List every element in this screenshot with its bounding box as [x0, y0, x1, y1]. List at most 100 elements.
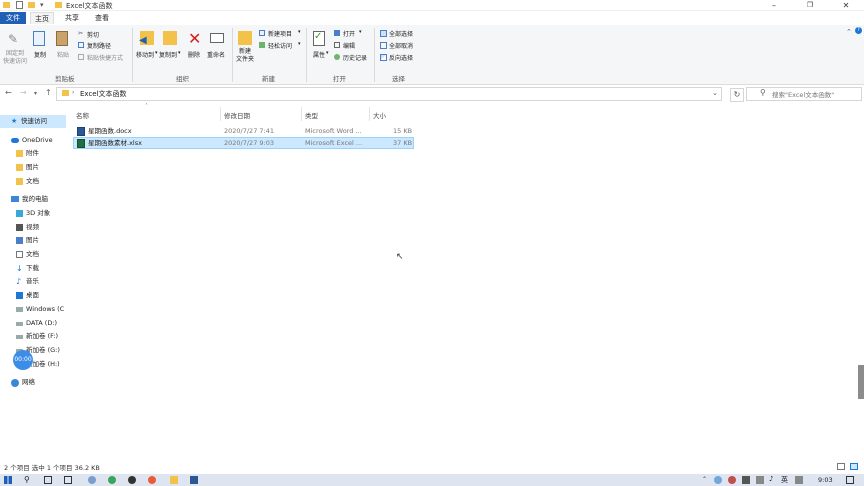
sidebar-item-pictures[interactable]: 图片: [0, 161, 66, 174]
address-bar[interactable]: [56, 87, 722, 101]
new-folder-button[interactable]: 新建 文件夹: [236, 48, 254, 64]
ribbon-collapse-icon[interactable]: ⌃: [846, 28, 852, 36]
sidebar-item-onedrive[interactable]: OneDrive: [0, 134, 66, 147]
rename-button[interactable]: 重命名: [207, 50, 225, 59]
column-divider[interactable]: [301, 107, 302, 121]
sidebar-item-downloads[interactable]: ↓ 下载: [0, 262, 66, 275]
copy-icon[interactable]: [33, 31, 45, 46]
move-to-button[interactable]: 移动到: [136, 50, 154, 59]
delete-button[interactable]: 删除: [188, 50, 200, 59]
recent-locations-icon[interactable]: ▾: [34, 90, 37, 97]
windows-start-icon[interactable]: [4, 476, 12, 484]
ime-indicator[interactable]: 英: [781, 475, 788, 485]
tab-share[interactable]: 共享: [60, 12, 84, 24]
tray-icon[interactable]: [714, 476, 722, 484]
close-button[interactable]: ✕: [828, 0, 864, 11]
pin-quick-access-button[interactable]: 固定到 快速访问: [3, 50, 27, 66]
taskbar-app-icon[interactable]: [148, 476, 156, 484]
pin-icon[interactable]: ✎: [8, 32, 20, 46]
qat-dropdown-icon[interactable]: ▾: [40, 1, 44, 9]
rename-icon[interactable]: [210, 33, 224, 43]
invert-selection-button[interactable]: 反向选择: [389, 53, 413, 62]
column-header-modified[interactable]: 修改日期: [224, 110, 250, 120]
column-divider[interactable]: [369, 107, 370, 121]
taskbar-clock[interactable]: 9:03: [818, 476, 833, 484]
tray-icon[interactable]: [728, 476, 736, 484]
tab-view[interactable]: 查看: [90, 12, 114, 24]
tray-icon[interactable]: [742, 476, 750, 484]
address-dropdown-icon[interactable]: ⌄: [712, 89, 718, 97]
paste-button[interactable]: 粘贴: [57, 50, 69, 59]
breadcrumb-current[interactable]: Excel文本函数: [80, 89, 127, 99]
forward-arrow-icon[interactable]: →: [20, 88, 27, 97]
new-item-dropdown-icon[interactable]: ▾: [298, 29, 301, 35]
sidebar-item-drive-h[interactable]: 新加卷 (H:): [0, 358, 66, 371]
column-divider[interactable]: [220, 107, 221, 121]
taskbar-app-icon[interactable]: [108, 476, 116, 484]
table-row-selected[interactable]: 星期函数素材.xlsx 2020/7/27 9:03 Microsoft Exc…: [73, 137, 414, 149]
back-arrow-icon[interactable]: ←: [5, 88, 12, 97]
sidebar-item-drive-c[interactable]: Windows (C: [0, 303, 66, 316]
properties-icon[interactable]: [16, 1, 23, 9]
sidebar-item-network[interactable]: 网络: [0, 376, 66, 389]
file-name[interactable]: 星期函数素材.xlsx: [88, 137, 142, 149]
easy-access-button[interactable]: 轻松访问: [268, 41, 292, 50]
table-row[interactable]: 星期函数.docx 2020/7/27 7:41 Microsoft Word …: [73, 125, 414, 137]
column-header-type[interactable]: 类型: [305, 110, 318, 120]
copy-path-button[interactable]: 复制路径: [87, 41, 111, 50]
task-view-icon[interactable]: [44, 476, 52, 484]
sidebar-item-this-pc[interactable]: 我的电脑: [0, 193, 66, 206]
tray-icon[interactable]: [756, 476, 764, 484]
copy-button[interactable]: 复制: [34, 50, 46, 59]
open-button[interactable]: 打开: [343, 29, 355, 38]
sidebar-item-music[interactable]: ♪ 音乐: [0, 275, 66, 288]
sidebar-item-pictures-pc[interactable]: 图片: [0, 234, 66, 247]
file-explorer-icon[interactable]: [170, 476, 178, 484]
properties-dropdown-icon[interactable]: ▾: [326, 50, 329, 56]
select-all-button[interactable]: 全部选择: [389, 29, 413, 38]
copy-to-icon[interactable]: [163, 31, 177, 45]
new-folder-icon[interactable]: [28, 2, 35, 8]
sidebar-item-quick-access[interactable]: ★ 快速访问: [0, 115, 66, 128]
volume-icon[interactable]: ♪: [769, 475, 773, 483]
edit-button[interactable]: 编辑: [343, 41, 355, 50]
sidebar-item-desktop[interactable]: 桌面: [0, 289, 66, 302]
easy-access-dropdown-icon[interactable]: ▾: [298, 41, 301, 47]
sidebar-item-drive-d[interactable]: DATA (D:): [0, 317, 66, 330]
file-name[interactable]: 星期函数.docx: [88, 125, 132, 137]
properties-button[interactable]: 属性: [313, 50, 325, 59]
up-arrow-icon[interactable]: ↑: [45, 88, 52, 97]
search-icon[interactable]: ⚲: [24, 475, 30, 484]
paste-icon[interactable]: [56, 31, 68, 46]
column-header-name[interactable]: 名称: [76, 110, 89, 120]
sidebar-item-videos[interactable]: 视频: [0, 221, 66, 234]
sidebar-item-3d-objects[interactable]: 3D 对象: [0, 207, 66, 220]
column-header-size[interactable]: 大小: [373, 110, 386, 120]
new-item-button[interactable]: 新建项目: [268, 29, 292, 38]
delete-icon[interactable]: ✕: [188, 29, 201, 48]
details-view-icon[interactable]: [837, 463, 845, 470]
new-folder-icon[interactable]: [238, 31, 252, 45]
sidebar-item-documents-pc[interactable]: 文档: [0, 248, 66, 261]
show-hidden-icons-icon[interactable]: ⌃: [702, 476, 707, 483]
qq-icon[interactable]: [128, 476, 136, 484]
sidebar-item-drive-g[interactable]: 新加卷 (G:): [0, 344, 66, 357]
vertical-scrollbar[interactable]: [858, 365, 864, 399]
refresh-icon[interactable]: ↻: [730, 88, 744, 102]
notification-icon[interactable]: [846, 476, 854, 484]
help-icon[interactable]: ?: [855, 27, 862, 34]
select-none-button[interactable]: 全部取消: [389, 41, 413, 50]
large-icons-view-icon[interactable]: [850, 463, 858, 470]
minimize-button[interactable]: –: [756, 0, 792, 11]
sidebar-item-drive-f[interactable]: 新加卷 (F:): [0, 330, 66, 343]
open-dropdown-icon[interactable]: ▾: [359, 29, 362, 35]
sidebar-item-attachments[interactable]: 附件: [0, 147, 66, 160]
history-button[interactable]: 历史记录: [343, 53, 367, 62]
copy-to-button[interactable]: 复制到: [159, 50, 177, 59]
taskbar-app-icon[interactable]: [88, 476, 96, 484]
tab-file[interactable]: 文件: [0, 12, 26, 24]
breadcrumb-chevron-icon[interactable]: ›: [72, 89, 74, 96]
sidebar-item-documents[interactable]: 文档: [0, 175, 66, 188]
cut-button[interactable]: 剪切: [87, 30, 99, 39]
paste-shortcut-button[interactable]: 粘贴快捷方式: [87, 53, 123, 62]
